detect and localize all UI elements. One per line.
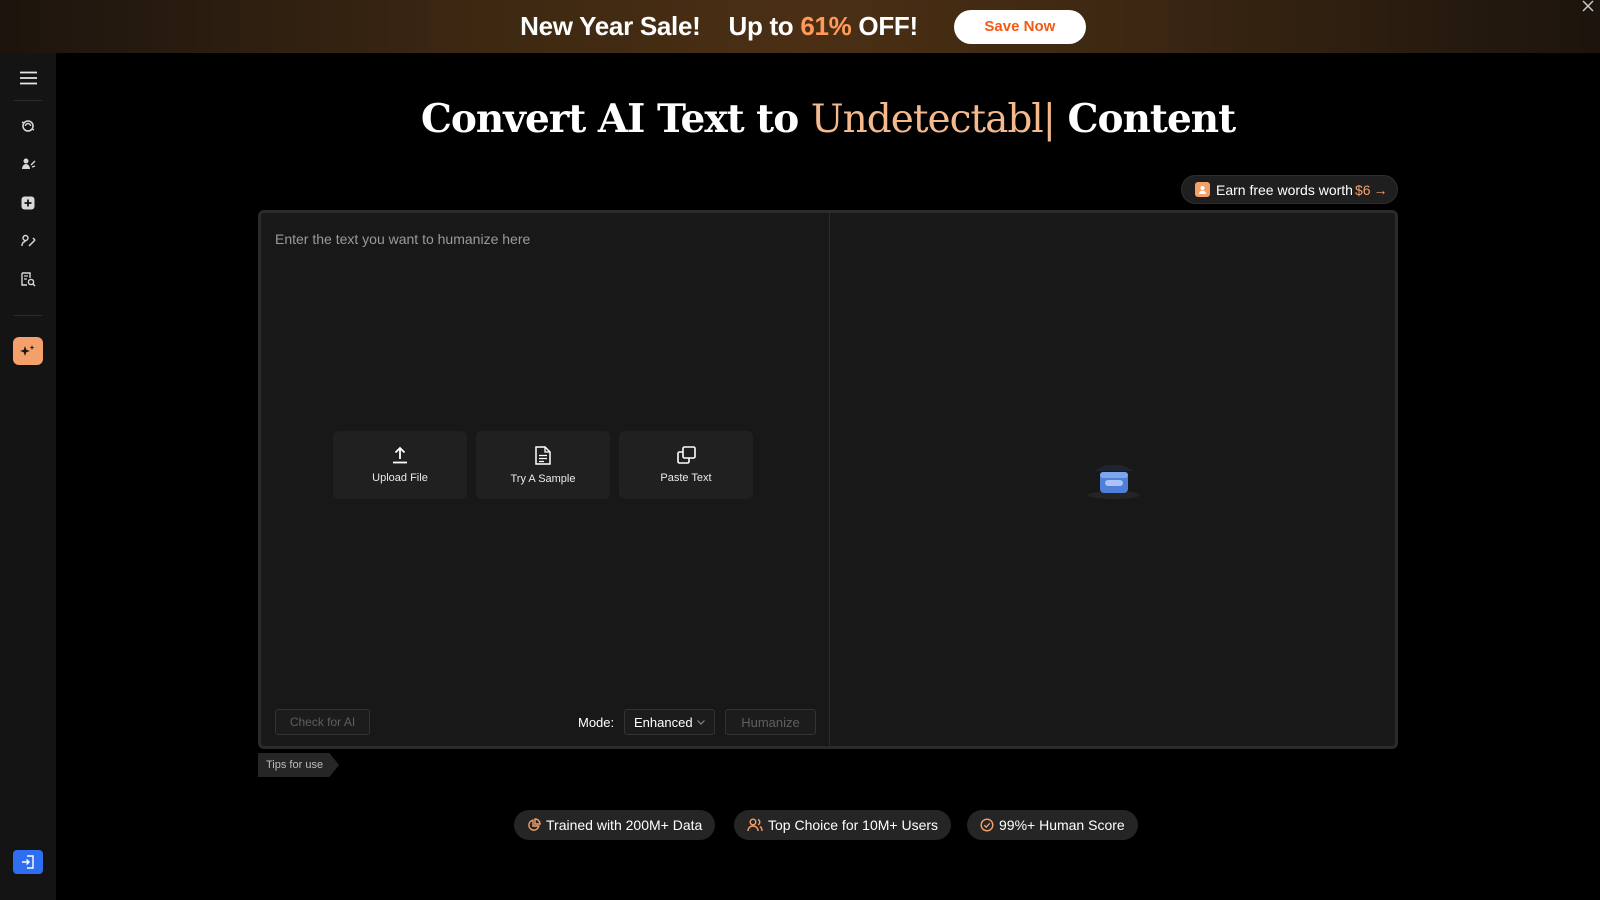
paraphrase-icon[interactable] xyxy=(18,231,38,251)
promo-banner: New Year Sale! Up to 61% OFF! Save Now xyxy=(0,0,1600,53)
arrow-right-icon: → xyxy=(1373,181,1388,198)
badge-label: 99%+ Human Score xyxy=(999,817,1125,833)
document-icon xyxy=(535,445,551,465)
try-sample-button[interactable]: Try A Sample xyxy=(476,431,610,499)
upload-file-label: Upload File xyxy=(372,472,428,484)
promo-offer-suffix: OFF! xyxy=(851,11,918,41)
save-now-button[interactable]: Save Now xyxy=(953,9,1086,44)
upload-file-button[interactable]: Upload File xyxy=(333,431,467,499)
title-suffix: Content xyxy=(1054,96,1237,142)
paste-text-button[interactable]: Paste Text xyxy=(619,431,753,499)
close-icon[interactable] xyxy=(1580,0,1596,16)
badge-label: Trained with 200M+ Data xyxy=(546,817,703,833)
earn-free-words-button[interactable]: Earn free words worth $6 → xyxy=(1181,175,1398,204)
empty-box-icon xyxy=(1088,465,1140,499)
tips-for-use-button[interactable]: Tips for use xyxy=(258,753,340,777)
gift-icon xyxy=(1195,182,1210,197)
promo-sale-text: New Year Sale! xyxy=(520,11,701,41)
promo-banner-content: New Year Sale! Up to 61% OFF! Save Now xyxy=(520,9,1086,44)
humanizer-icon[interactable] xyxy=(18,116,38,136)
mode-label: Mode: xyxy=(578,715,615,730)
humanize-button[interactable]: Humanize xyxy=(725,709,816,735)
badge-human-score: 99%+ Human Score xyxy=(967,810,1138,840)
input-pane[interactable]: Enter the text you want to humanize here… xyxy=(261,213,830,746)
earn-amount: $6 xyxy=(1354,181,1371,198)
users-icon xyxy=(747,818,763,832)
page-title: Convert AI Text to Undetectabl| Content xyxy=(56,96,1600,142)
earn-text: Earn free words worth xyxy=(1216,181,1353,198)
title-prefix: Convert AI Text to xyxy=(420,96,811,142)
title-highlight: Undetectabl xyxy=(810,97,1044,142)
promo-offer-prefix: Up to xyxy=(728,11,801,41)
promo-offer-percent: 61% xyxy=(800,11,852,41)
check-circle-icon xyxy=(980,818,994,832)
mode-select[interactable]: Enhanced xyxy=(624,709,715,735)
badge-trained-data: Trained with 200M+ Data xyxy=(514,810,716,840)
badge-top-choice: Top Choice for 10M+ Users xyxy=(734,810,952,840)
login-icon[interactable] xyxy=(13,850,43,874)
text-input-placeholder[interactable]: Enter the text you want to humanize here xyxy=(275,231,530,247)
ai-sparkle-icon[interactable] xyxy=(13,337,43,365)
title-caret: | xyxy=(1042,97,1056,142)
output-pane xyxy=(831,213,1395,746)
chart-pie-icon xyxy=(528,818,541,831)
sidebar xyxy=(0,53,56,900)
sidebar-divider xyxy=(14,100,42,101)
sidebar-divider xyxy=(14,315,42,316)
mode-value: Enhanced xyxy=(634,714,693,730)
menu-icon[interactable] xyxy=(18,68,38,88)
paste-text-label: Paste Text xyxy=(660,472,712,484)
add-icon[interactable] xyxy=(18,193,38,213)
humanizer-editor: Enter the text you want to humanize here… xyxy=(258,210,1398,749)
promo-offer-text: Up to 61% OFF! xyxy=(728,11,918,42)
rewrite-icon[interactable] xyxy=(18,154,38,174)
upload-icon xyxy=(393,446,407,464)
chevron-down-icon xyxy=(697,720,705,725)
try-sample-label: Try A Sample xyxy=(510,472,576,485)
paste-icon xyxy=(676,446,696,464)
check-for-ai-button[interactable]: Check for AI xyxy=(275,709,370,735)
detector-icon[interactable] xyxy=(18,269,38,289)
badge-label: Top Choice for 10M+ Users xyxy=(768,817,939,833)
